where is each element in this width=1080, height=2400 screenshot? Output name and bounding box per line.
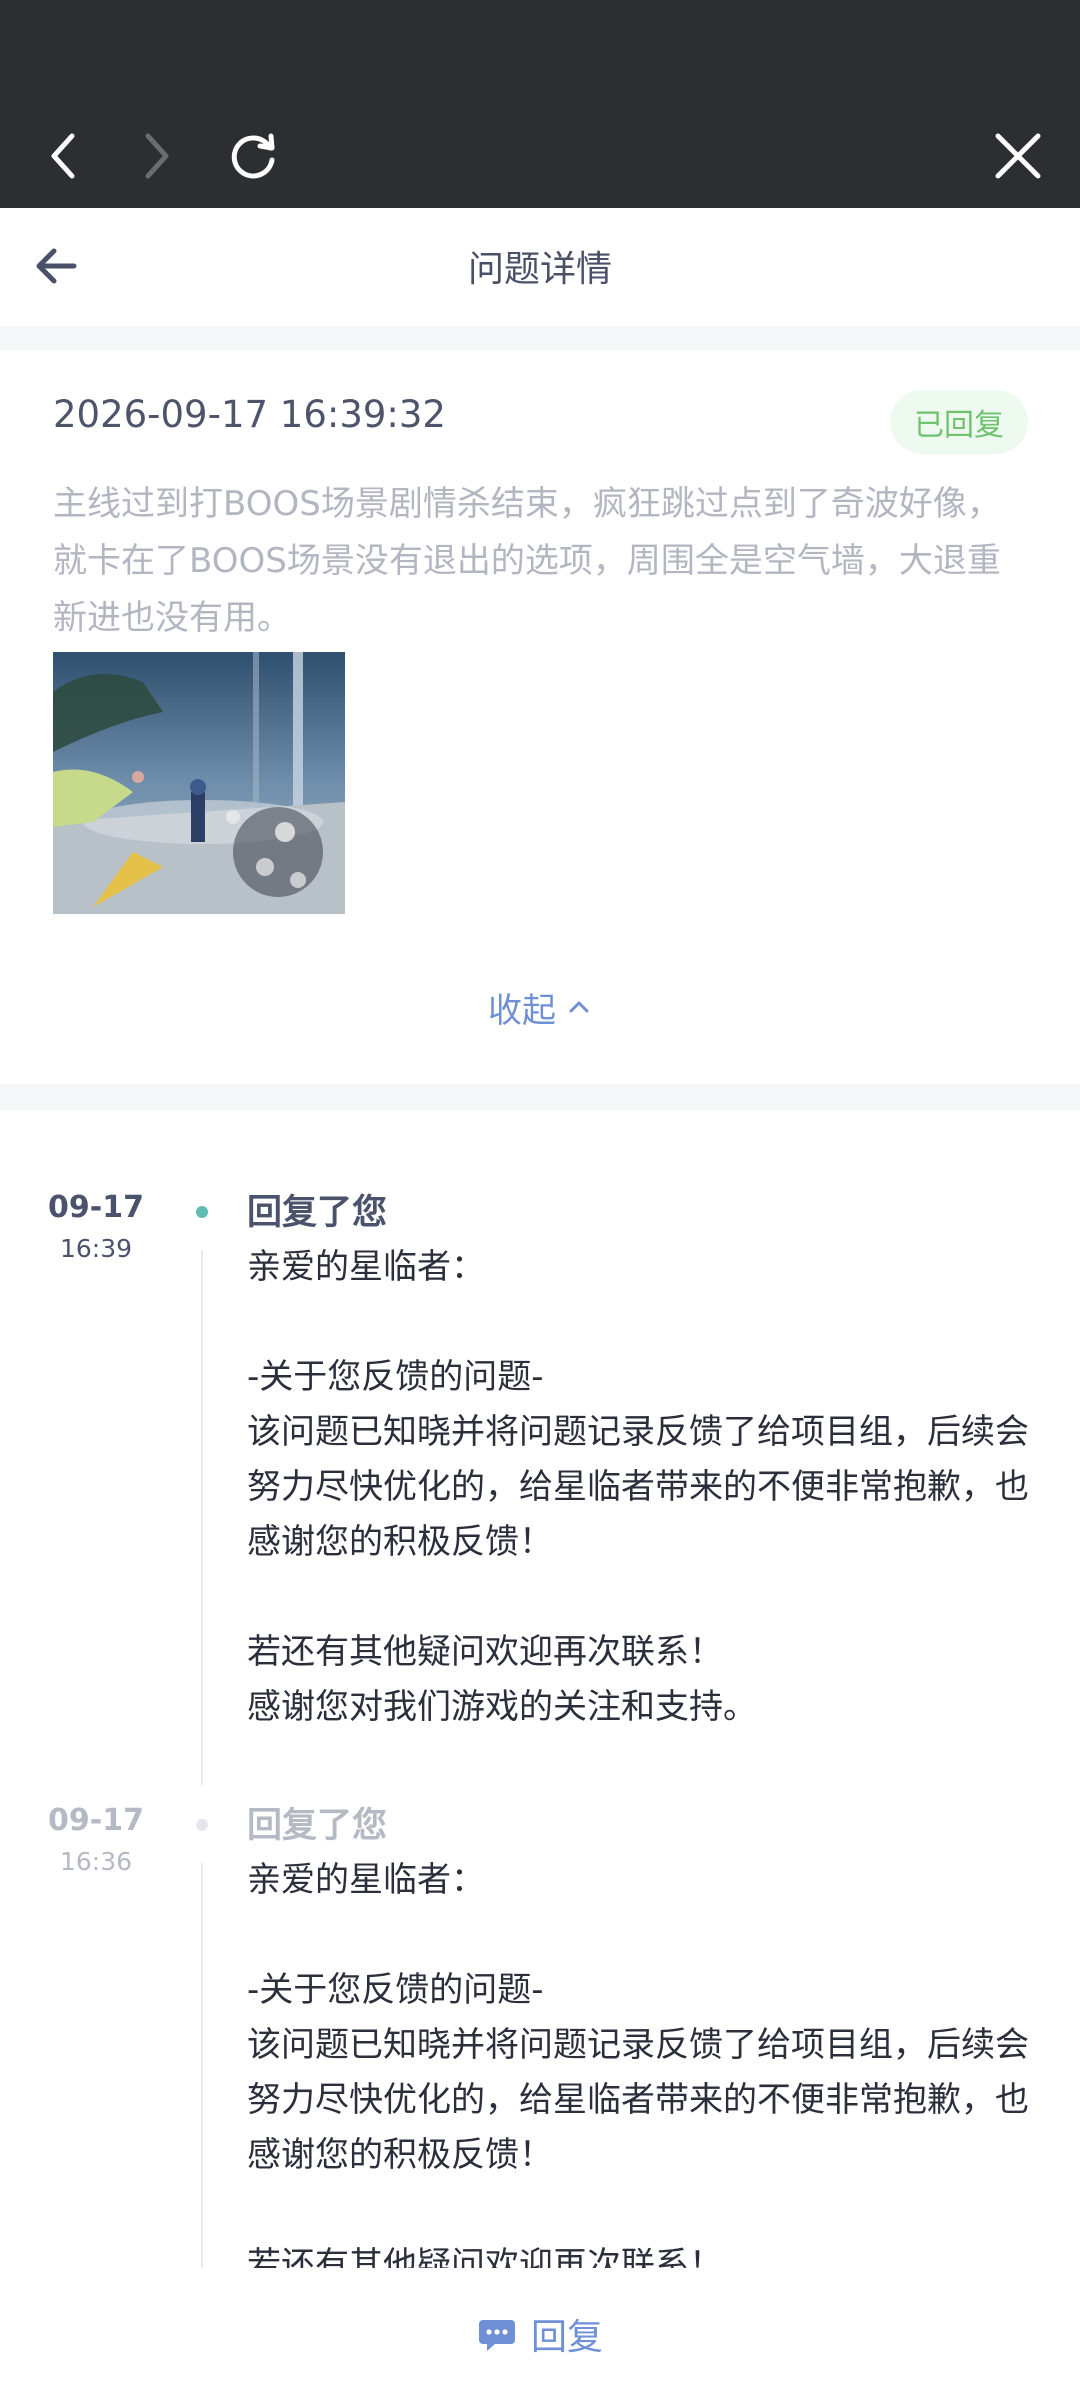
reply-title: 回复了您 bbox=[247, 1193, 388, 1233]
reply-line bbox=[247, 1295, 1037, 1350]
bottom-action-bar: 回复 bbox=[0, 2268, 1080, 2400]
reply-line: 若还有其他疑问欢迎再次联系！ bbox=[247, 1632, 723, 1672]
section-divider bbox=[0, 326, 1080, 350]
reply-line: 亲爱的星临者： bbox=[247, 1860, 485, 1900]
reply-line: 若还有其他疑问欢迎再次联系！ bbox=[247, 2245, 723, 2268]
reply-line: -关于您反馈的问题- bbox=[247, 1357, 544, 1397]
collapse-label: 收起 bbox=[488, 990, 556, 1031]
reply-button[interactable]: 回复 bbox=[477, 2308, 603, 2360]
chevron-up-icon bbox=[569, 1001, 589, 1013]
refresh-icon[interactable] bbox=[218, 120, 290, 192]
feedback-card: 2026-09-17 16:39:32 已回复 主线过到打BOOS场景剧情杀结束… bbox=[0, 350, 1080, 1084]
close-icon[interactable] bbox=[982, 120, 1054, 192]
reply-time: 16:39 bbox=[59, 1234, 133, 1263]
reply-button-label: 回复 bbox=[530, 2317, 603, 2358]
reply-line: 该问题已知晓并将问题记录反馈了给项目组，后续会努力尽快优化的，给星临者带来的不便… bbox=[247, 1412, 1029, 1562]
chat-bubble-icon bbox=[478, 2320, 515, 2351]
page-title: 问题详情 bbox=[467, 249, 612, 290]
feedback-screenshot[interactable] bbox=[53, 652, 345, 914]
reply-line bbox=[247, 1908, 1037, 1963]
timeline-dot bbox=[196, 1819, 208, 1831]
reply-line: -关于您反馈的问题- bbox=[247, 1970, 544, 2010]
page-header: 问题详情 bbox=[0, 208, 1080, 326]
reply-body: 亲爱的星临者： -关于您反馈的问题- 该问题已知晓并将问题记录反馈了给项目组，后… bbox=[247, 1240, 1037, 1735]
feedback-timestamp: 2026-09-17 16:39:32 bbox=[53, 393, 446, 436]
browser-toolbar bbox=[0, 0, 1080, 208]
collapse-button[interactable]: 收起 bbox=[0, 982, 1080, 1032]
reply-line: 该问题已知晓并将问题记录反馈了给项目组，后续会努力尽快优化的，给星临者带来的不便… bbox=[247, 2025, 1029, 2175]
reply-line bbox=[247, 2183, 1037, 2238]
reply-line: 感谢您对我们游戏的关注和支持。 bbox=[247, 1687, 757, 1727]
reply-date: 09-17 bbox=[48, 1190, 144, 1225]
reply-line: 亲爱的星临者： bbox=[247, 1247, 485, 1287]
reply-title: 回复了您 bbox=[247, 1806, 388, 1846]
reply-date: 09-17 bbox=[48, 1803, 144, 1838]
timeline-dot bbox=[196, 1206, 208, 1218]
timeline-line bbox=[201, 1250, 203, 1785]
reply-timeline: 09-17 16:39 回复了您 亲爱的星临者： -关于您反馈的问题- 该问题已… bbox=[0, 1110, 1080, 2268]
reply-time: 16:36 bbox=[59, 1847, 133, 1876]
reply-body: 亲爱的星临者： -关于您反馈的问题- 该问题已知晓并将问题记录反馈了给项目组，后… bbox=[247, 1853, 1037, 2268]
back-icon[interactable] bbox=[28, 120, 100, 192]
feedback-text: 主线过到打BOOS场景剧情杀结束，疯狂跳过点到了奇波好像，就卡在了BOOS场景没… bbox=[53, 484, 1001, 638]
forward-icon[interactable] bbox=[120, 120, 192, 192]
reply-line bbox=[247, 1570, 1037, 1625]
status-badge: 已回复 bbox=[890, 390, 1028, 454]
timeline-line bbox=[201, 1863, 203, 2268]
section-divider bbox=[0, 1084, 1080, 1110]
